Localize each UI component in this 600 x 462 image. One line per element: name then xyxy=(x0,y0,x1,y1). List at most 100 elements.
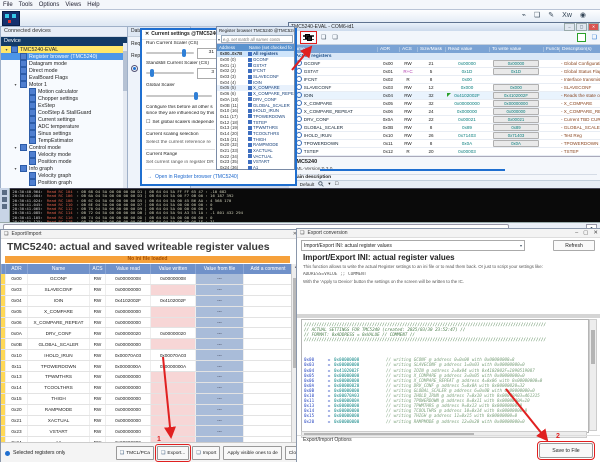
register-table-row[interactable]: ▸GCONF 0x00 RW 21 0x00000 0x00000 - Glob… xyxy=(289,60,600,68)
cell-comment[interactable] xyxy=(243,372,292,382)
export-table-row[interactable]: 0x00 GCONF RW 0x00000008 0x00000008 --- xyxy=(1,274,292,285)
export-table-row[interactable]: 0x13 TPWMTHRS RW 0x00000000 --- xyxy=(1,372,292,383)
register-checkbox[interactable] xyxy=(248,114,252,118)
register-checkbox[interactable] xyxy=(248,75,252,79)
cell-value-written[interactable] xyxy=(150,307,195,317)
cell-value-written[interactable] xyxy=(150,285,195,295)
export-table-row[interactable]: 0x14 TCOOLTHRS RW 0x00000000 --- xyxy=(1,383,292,394)
tree-item[interactable]: Motion calculator xyxy=(1,88,127,95)
tree-item[interactable]: ADC temperature xyxy=(1,123,127,130)
selected-only-radio[interactable] xyxy=(5,451,10,456)
export-table-row[interactable]: 0x23 VSTART RW 0x00000000 --- xyxy=(1,426,292,437)
terminal-side-tabs[interactable] xyxy=(0,188,10,222)
register-table-row[interactable]: ▸X_COMPARE 0x05 RW 32 0x00000000 0x00000… xyxy=(289,100,600,108)
mini-register-row[interactable]: 0x24 (36) A1 xyxy=(217,165,294,171)
tmcl-pc-button[interactable]: ❏TMCL/PCa xyxy=(116,446,154,460)
cell-value-written[interactable]: 0x00070A03 xyxy=(150,350,195,360)
cell-value-written[interactable] xyxy=(150,426,195,436)
close-button[interactable]: ✕ xyxy=(588,23,599,31)
connect-icon[interactable]: ⌁ xyxy=(522,11,526,19)
cell-value-written[interactable] xyxy=(150,318,195,328)
ini-vertical-scrollbar[interactable] xyxy=(589,319,597,431)
register-table-row[interactable]: ▸SLAVECONF 0x03 RW 12 0x000 0x000 - SLAV… xyxy=(289,84,600,92)
register-checkbox[interactable] xyxy=(248,131,252,135)
filter-dropdown-icon[interactable]: ▾ xyxy=(328,181,330,187)
menu-help[interactable]: Help xyxy=(87,2,99,8)
tree-item[interactable]: Current settings xyxy=(1,116,127,123)
close-icon[interactable]: ✕ xyxy=(593,230,598,236)
eye-icon[interactable]: ◉ xyxy=(580,11,586,19)
mini-register-row[interactable]: 0x11 (17) TPOWERDOWN xyxy=(217,114,294,120)
register-checkbox[interactable] xyxy=(248,166,252,170)
register-checkbox[interactable] xyxy=(248,69,252,73)
register-checkbox[interactable] xyxy=(248,120,252,124)
standstill-slider[interactable] xyxy=(146,72,194,74)
cell-comment[interactable] xyxy=(243,405,292,415)
register-checkbox[interactable] xyxy=(248,86,252,90)
cell-comment[interactable] xyxy=(243,274,292,284)
register-checkbox[interactable] xyxy=(248,160,252,164)
menu-views[interactable]: Views xyxy=(65,2,81,8)
mini-register-row[interactable]: 0x06 (6) X_COMPARE_REPEAT xyxy=(217,91,294,97)
tree-expander-icon[interactable]: ▾ xyxy=(4,47,9,52)
new-document-icon[interactable]: ❏ xyxy=(534,11,540,19)
tree-expander-icon[interactable]: ▾ xyxy=(13,166,18,171)
cell-value-written[interactable]: 0x00000008 xyxy=(150,274,195,284)
mini-dropdown-icon[interactable]: ▾ xyxy=(218,37,220,42)
app-logo-icon[interactable] xyxy=(2,11,20,26)
export-table-row[interactable]: 0x15 THIGH RW 0x00000000 --- xyxy=(1,394,292,405)
tree-item[interactable]: ▾ TMC5240-EVAL xyxy=(1,46,127,53)
register-table-row[interactable]: ▸GSTAT 0x01 R+C 5 0x1D 0x1D - Global Sta… xyxy=(289,68,600,76)
cell-comment[interactable] xyxy=(243,383,292,393)
export-table-row[interactable]: 0x0B GLOBAL_SCALER RW 0x00000000 --- xyxy=(1,339,292,350)
tree-item[interactable]: Chopper settings xyxy=(1,95,127,102)
export-table-row[interactable]: 0x06 X_COMPARE_REPEAT RW 0x00000000 --- xyxy=(1,318,292,329)
cell-comment[interactable] xyxy=(243,285,292,295)
cell-value-written[interactable]: 0x0000000A xyxy=(150,361,195,371)
cell-value-written[interactable] xyxy=(150,416,195,426)
tree-item[interactable]: Sinus settings xyxy=(1,130,127,137)
register-table-row[interactable]: ▸TSTEP 0x12 R 20 0x00003 - TSTEP xyxy=(289,148,600,156)
tree-expander-icon[interactable]: ▾ xyxy=(13,82,18,87)
conversion-type-select[interactable]: Import/Export INI: actual register value… xyxy=(301,240,525,251)
register-checkbox[interactable] xyxy=(248,58,252,62)
register-write-value[interactable]: 0x0A xyxy=(493,140,539,147)
register-write-value[interactable]: 0x00000 xyxy=(493,60,539,67)
register-write-value[interactable]: 0x00000000 xyxy=(493,100,539,107)
filter-checkbox[interactable]: ☐ xyxy=(335,181,339,187)
export-table-row[interactable]: 0x11 TPOWERDOWN RW 0x0000000A 0x0000000A… xyxy=(1,361,292,372)
tree-item[interactable]: ▾ Info graph xyxy=(1,165,127,172)
cell-value-written[interactable]: 0x00000020 xyxy=(150,328,195,338)
tree-item[interactable]: Register browser (TMC5240) xyxy=(1,53,127,60)
export-file-icon[interactable]: ❏ xyxy=(321,34,326,41)
export-table-row[interactable]: 0x20 RAMPMODE RW 0x00000000 --- xyxy=(1,405,292,416)
cell-comment[interactable] xyxy=(243,328,292,338)
register-checkbox[interactable] xyxy=(248,149,252,153)
cell-comment[interactable] xyxy=(243,350,292,360)
global-scaler-slider[interactable] xyxy=(146,95,212,97)
register-checkbox[interactable] xyxy=(248,63,252,67)
register-table-row[interactable]: ▸GLOBAL_SCALER 0x0B RW 8 0x89 0x89 - GLO… xyxy=(289,124,600,132)
register-table-row[interactable]: ▸TPOWERDOWN 0x11 RW 8 0x0A 0x0A - TPOWER… xyxy=(289,140,600,148)
active-registers-group[interactable]: ▾ Active registers xyxy=(289,53,600,60)
register-table-row[interactable]: ▸X_COMPARE_REPEAT 0x06 RW 24 0x000000 0x… xyxy=(289,108,600,116)
cell-comment[interactable] xyxy=(243,426,292,436)
register-checkbox[interactable] xyxy=(248,154,252,158)
export-table-row[interactable]: 0x10 IHOLD_IRUN RW 0x00070A03 0x00070A03… xyxy=(1,350,292,361)
cell-comment[interactable] xyxy=(243,416,292,426)
export-button[interactable]: ❏Export... xyxy=(157,446,189,460)
cell-comment[interactable] xyxy=(243,361,292,371)
mini-search-input[interactable] xyxy=(221,35,293,43)
tree-item[interactable]: CoolStep & StallGuard xyxy=(1,109,127,116)
register-write-value[interactable]: 0x71403 xyxy=(493,132,539,139)
cell-comment[interactable] xyxy=(243,339,292,349)
import-file-icon[interactable]: ❏ xyxy=(332,34,337,41)
register-checkbox[interactable] xyxy=(248,52,252,56)
read-radio[interactable] xyxy=(131,65,138,72)
tree-item[interactable]: Velocity graph xyxy=(1,172,127,179)
xw-icon[interactable]: Xw xyxy=(562,12,572,19)
cell-comment[interactable] xyxy=(243,318,292,328)
open-register-browser-link[interactable]: → Open in Register browser (TMC5240) xyxy=(147,174,238,180)
filter-default-label[interactable]: Default xyxy=(300,182,315,187)
register-table-row[interactable]: ▸IOIN 0x04 RW 32 0x4102002F 0x4102002F -… xyxy=(289,92,600,100)
